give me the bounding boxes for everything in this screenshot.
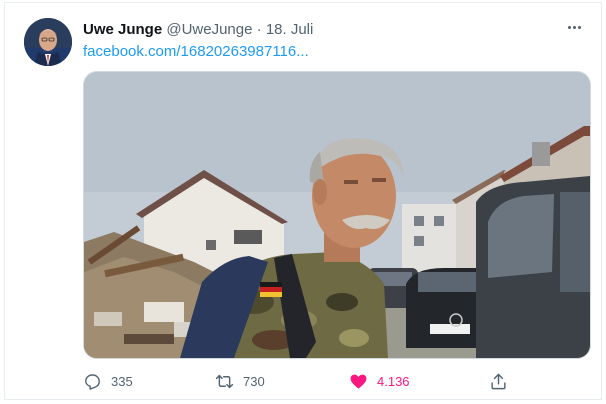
share-button[interactable]: [489, 369, 508, 393]
tweet-header: Uwe Junge @UweJunge · 18. Juli: [83, 21, 313, 38]
tweet-photo[interactable]: [83, 71, 591, 359]
tweet-link[interactable]: facebook.com/16820263987116...: [83, 43, 309, 60]
tweet-card[interactable]: Uwe Junge @UweJunge · 18. Juli facebook.…: [4, 2, 602, 400]
share-icon: [491, 373, 506, 389]
retweet-count: 730: [243, 373, 265, 389]
heart-filled-icon: [350, 374, 367, 389]
more-horizontal-icon[interactable]: [563, 17, 585, 37]
author-handle[interactable]: @UweJunge: [166, 21, 252, 38]
retweet-button[interactable]: 730: [215, 369, 265, 393]
avatar[interactable]: [24, 18, 72, 66]
tweet-date[interactable]: 18. Juli: [266, 21, 314, 38]
reply-button[interactable]: 335: [83, 369, 133, 393]
reply-icon: [85, 373, 100, 390]
reply-count: 335: [111, 373, 133, 389]
tweet-actions: 335 730 4.136: [83, 369, 513, 393]
separator-dot: ·: [256, 21, 262, 38]
author-name[interactable]: Uwe Junge: [83, 21, 162, 38]
retweet-icon: [215, 374, 234, 388]
like-button[interactable]: 4.136: [349, 369, 410, 393]
like-count: 4.136: [377, 373, 410, 389]
